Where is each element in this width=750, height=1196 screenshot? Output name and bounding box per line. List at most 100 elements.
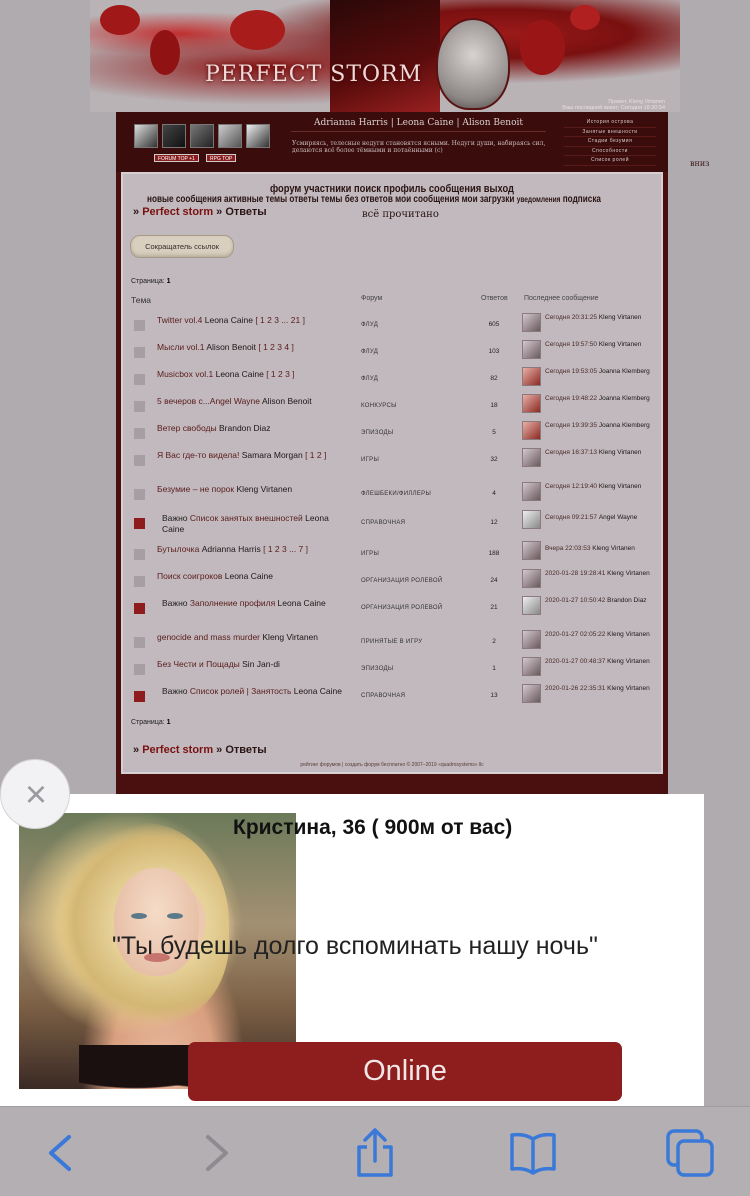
topic-title-link[interactable]: Бутылочка: [157, 544, 199, 554]
side-menu-item[interactable]: Занятые внешности: [564, 128, 656, 137]
site-logo[interactable]: PERFECT STORM: [205, 62, 422, 87]
last-post-user[interactable]: Joanna Klemberg: [599, 422, 650, 429]
table-row[interactable]: Важно Список занятых внешностей Leona Ca…: [123, 510, 661, 537]
last-post-user[interactable]: Kleng Virtanen: [607, 685, 650, 692]
featured-avatar[interactable]: [190, 124, 214, 148]
last-poster-avatar[interactable]: [522, 482, 541, 501]
scroll-down-link[interactable]: вниз: [690, 159, 710, 168]
last-poster-avatar[interactable]: [522, 596, 541, 615]
last-post-user[interactable]: Kleng Virtanen: [592, 545, 635, 552]
topic-title-link[interactable]: Ветер свободы: [157, 423, 217, 433]
table-row[interactable]: 5 вечеров с...Angel Wayne Alison Benoit …: [123, 393, 661, 420]
table-row[interactable]: Важно Заполнение профиля Leona Caine ОРГ…: [123, 595, 661, 622]
last-post-date[interactable]: Сегодня 19:53:05: [545, 368, 597, 375]
last-post-date[interactable]: Сегодня 09:21:57: [545, 514, 597, 521]
ad-online-button[interactable]: Online: [188, 1042, 622, 1101]
last-poster-avatar[interactable]: [522, 394, 541, 413]
topic-pages[interactable]: [ 1 2 3 ... 7 ]: [263, 544, 308, 554]
ad-banner[interactable]: Кристина, 36 ( 900м от вас) "Ты будешь д…: [0, 794, 704, 1106]
rpg-top-badge[interactable]: RPG TOP: [206, 154, 237, 162]
table-row[interactable]: Бутылочка Adrianna Harris [ 1 2 3 ... 7 …: [123, 541, 661, 568]
topic-title-link[interactable]: Мысли vol.1: [157, 342, 204, 352]
topic-title-link[interactable]: genocide and mass murder: [157, 632, 260, 642]
last-poster-avatar[interactable]: [522, 510, 541, 529]
last-post-user[interactable]: Angel Wayne: [599, 514, 637, 521]
topic-title-link[interactable]: Заполнение профиля: [190, 598, 275, 608]
last-poster-avatar[interactable]: [522, 657, 541, 676]
mark-all-read-link[interactable]: всё прочитано: [362, 209, 439, 220]
topic-title-link[interactable]: Список занятых внешностей: [190, 513, 303, 523]
topic-title-link[interactable]: Список ролей | Занятость: [190, 686, 292, 696]
table-row[interactable]: genocide and mass murder Kleng Virtanen …: [123, 629, 661, 656]
last-post-date[interactable]: Сегодня 19:48:22: [545, 395, 597, 402]
last-post-date[interactable]: Сегодня 19:39:35: [545, 422, 597, 429]
topic-title-link[interactable]: Musicbox vol.1: [157, 369, 213, 379]
last-post-user[interactable]: Brandon Diaz: [607, 597, 646, 604]
featured-avatar[interactable]: [162, 124, 186, 148]
last-post-user[interactable]: Kleng Virtanen: [599, 449, 642, 456]
topic-title-link[interactable]: Поиск соигроков: [157, 571, 222, 581]
last-post-user[interactable]: Kleng Virtanen: [599, 314, 642, 321]
table-row[interactable]: Я Вас где-то видела! Samara Morgan [ 1 2…: [123, 447, 661, 474]
secondary-nav-links[interactable]: новые сообщения активные темы ответы тем…: [147, 194, 514, 205]
link-shortener-button[interactable]: Сокращатель ссылок: [130, 235, 234, 258]
last-post-user[interactable]: Joanna Klemberg: [599, 368, 650, 375]
topic-title-link[interactable]: Безумие – не порок: [157, 484, 234, 494]
last-post-date[interactable]: 2020-01-27 10:50:42: [545, 597, 605, 604]
forum-top-badge[interactable]: FORUM TOP +1: [154, 154, 199, 162]
last-poster-avatar[interactable]: [522, 340, 541, 359]
bookmarks-button[interactable]: [505, 1125, 561, 1181]
last-poster-avatar[interactable]: [522, 630, 541, 649]
forward-button[interactable]: [188, 1125, 244, 1181]
topic-title-link[interactable]: Я Вас где-то видела!: [157, 450, 239, 460]
table-row[interactable]: Musicbox vol.1 Leona Caine [ 1 2 3 ] ФЛУД…: [123, 366, 661, 393]
last-post-user[interactable]: Kleng Virtanen: [607, 658, 650, 665]
table-row[interactable]: Без Чести и Пощады Sin Jan-di ЭПИЗОДЫ 1 20…: [123, 656, 661, 683]
ad-close-button[interactable]: ×: [0, 759, 70, 829]
last-post-user[interactable]: Kleng Virtanen: [607, 570, 650, 577]
share-button[interactable]: [347, 1125, 403, 1181]
last-poster-avatar[interactable]: [522, 541, 541, 560]
topic-pages[interactable]: [ 1 2 3 4 ]: [258, 342, 293, 352]
side-menu-item[interactable]: Список ролей: [564, 156, 656, 166]
last-post-user[interactable]: Kleng Virtanen: [599, 341, 642, 348]
ad-quote[interactable]: "Ты будешь долго вспоминать нашу ночь": [112, 932, 598, 961]
last-poster-avatar[interactable]: [522, 448, 541, 467]
side-menu-item[interactable]: История острова: [564, 118, 656, 128]
tabs-button[interactable]: [662, 1125, 718, 1181]
last-poster-avatar[interactable]: [522, 367, 541, 386]
last-post-date[interactable]: 2020-01-27 02:05:22: [545, 631, 605, 638]
ad-title[interactable]: Кристина, 36 ( 900м от вас): [233, 816, 512, 840]
side-menu-item[interactable]: Способности: [564, 147, 656, 156]
table-row[interactable]: Поиск соигроков Leona Caine ОРГАНИЗАЦИЯ …: [123, 568, 661, 595]
table-row[interactable]: Безумие – не порок Kleng Virtanen ФЛЕШБЕ…: [123, 481, 661, 508]
last-poster-avatar[interactable]: [522, 313, 541, 332]
topic-title-link[interactable]: Twitter vol.4: [157, 315, 202, 325]
topic-pages[interactable]: [ 1 2 ]: [305, 450, 326, 460]
forum-footer[interactable]: рейтинг форумов | создать форум бесплатн…: [123, 762, 661, 768]
featured-avatar[interactable]: [246, 124, 270, 148]
topic-title-link[interactable]: 5 вечеров с...Angel Wayne: [157, 396, 260, 406]
topic-pages[interactable]: [ 1 2 3 ]: [266, 369, 294, 379]
last-poster-avatar[interactable]: [522, 684, 541, 703]
table-row[interactable]: Мысли vol.1 Alison Benoit [ 1 2 3 4 ] ФЛУ…: [123, 339, 661, 366]
crumb-forum-link[interactable]: Perfect storm: [142, 206, 213, 218]
last-post-date[interactable]: 2020-01-28 19:28:41: [545, 570, 605, 577]
featured-avatar[interactable]: [218, 124, 242, 148]
last-post-date[interactable]: Сегодня 20:31:25: [545, 314, 597, 321]
last-post-user[interactable]: Kleng Virtanen: [599, 483, 642, 490]
table-row[interactable]: Twitter vol.4 Leona Caine [ 1 2 3 ... 21…: [123, 312, 661, 339]
last-poster-avatar[interactable]: [522, 569, 541, 588]
side-menu-item[interactable]: Стадии безумия: [564, 137, 656, 147]
topic-pages[interactable]: [ 1 2 3 ... 21 ]: [255, 315, 305, 325]
last-post-date[interactable]: 2020-01-26 22:35:31: [545, 685, 605, 692]
last-post-date[interactable]: Сегодня 16:37:13: [545, 449, 597, 456]
last-post-date[interactable]: 2020-01-27 00:48:37: [545, 658, 605, 665]
last-post-user[interactable]: Joanna Klemberg: [599, 395, 650, 402]
topic-title-link[interactable]: Без Чести и Пощады: [157, 659, 240, 669]
featured-avatar[interactable]: [134, 124, 158, 148]
last-poster-avatar[interactable]: [522, 421, 541, 440]
last-post-date[interactable]: Сегодня 12:19:40: [545, 483, 597, 490]
last-post-user[interactable]: Kleng Virtanen: [607, 631, 650, 638]
table-row[interactable]: Важно Список ролей | Занятость Leona Cai…: [123, 683, 661, 710]
